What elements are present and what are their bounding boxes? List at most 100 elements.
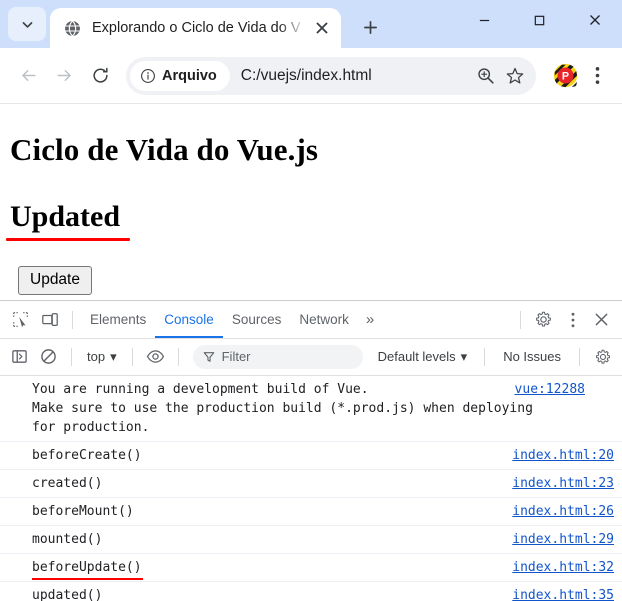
console-message-list[interactable]: You are running a development build of V… (0, 376, 622, 601)
page-viewport: Ciclo de Vida do Vue.js Updated Update (0, 104, 622, 300)
reload-button[interactable] (82, 58, 118, 94)
console-message-text: beforeUpdate() (32, 558, 500, 580)
annotation-underline-subheading (6, 238, 131, 241)
log-levels-selector[interactable]: Default levels ▾ (369, 349, 477, 365)
devtools-close-button[interactable] (587, 306, 616, 334)
console-message-source-link[interactable]: vue:12288 (515, 380, 585, 399)
toolbar-divider (131, 347, 133, 366)
url-text[interactable]: C:/vuejs/index.html (241, 67, 470, 85)
console-message[interactable]: beforeUpdate() index.html:32 (0, 554, 622, 582)
devtools-tab-bar: Elements Console Sources Network » (0, 301, 622, 339)
issues-counter[interactable]: No Issues (493, 349, 571, 364)
toolbar-divider (71, 347, 72, 366)
close-window-button[interactable] (567, 0, 622, 40)
update-button[interactable]: Update (18, 266, 92, 295)
browser-tab[interactable]: Explorando o Ciclo de Vida do V (50, 8, 341, 48)
log-levels-label: Default levels (377, 349, 456, 365)
annotation-underline-console (32, 577, 143, 580)
console-settings-button[interactable] (588, 343, 617, 371)
extension-button[interactable]: P (548, 59, 582, 93)
gear-icon (536, 311, 551, 327)
three-dot-menu-icon (595, 67, 599, 84)
console-message-text: updated() (32, 587, 103, 601)
page-title: Ciclo de Vida do Vue.js (10, 132, 319, 167)
console-message-source-link[interactable]: index.html:26 (512, 502, 614, 521)
more-tabs-button[interactable]: » (358, 311, 382, 328)
tab-elements[interactable]: Elements (81, 301, 155, 338)
devtools-panel: Elements Console Sources Network » top ▾… (0, 300, 622, 601)
browser-menu-button[interactable] (582, 59, 612, 93)
tab-sources[interactable]: Sources (223, 301, 291, 338)
chevron-down-icon (22, 21, 32, 28)
console-message-source-link[interactable]: index.html:32 (512, 558, 614, 577)
browser-window: Explorando o Ciclo de Vida do V Arquivo … (0, 0, 622, 601)
maximize-icon (534, 15, 545, 25)
devtools-settings-button[interactable] (529, 306, 558, 334)
devtools-more-options-button[interactable] (558, 306, 587, 334)
live-expression-button[interactable] (141, 343, 170, 371)
file-scheme-label: Arquivo (162, 67, 217, 84)
console-message-text: created() (32, 475, 103, 491)
chevron-down-icon: ▾ (460, 348, 468, 364)
forward-button[interactable] (46, 58, 82, 94)
console-message-source-link[interactable]: index.html:29 (512, 530, 614, 549)
live-expression-eye-icon (146, 350, 164, 364)
minimize-icon (479, 19, 490, 21)
forward-arrow-icon (56, 69, 71, 82)
close-icon (316, 22, 328, 34)
zoom-in-icon (477, 68, 494, 84)
console-message[interactable]: created() index.html:23 (0, 470, 622, 498)
console-message[interactable]: updated() index.html:35 (0, 582, 622, 601)
minimize-window-button[interactable] (457, 0, 512, 40)
console-message[interactable]: You are running a development build of V… (0, 376, 622, 442)
execution-context-selector[interactable]: top ▾ (80, 349, 124, 365)
device-toolbar-button[interactable] (35, 306, 64, 334)
inspect-element-button[interactable] (6, 306, 35, 334)
clear-console-icon (41, 349, 56, 365)
maximize-window-button[interactable] (512, 0, 567, 40)
console-message-source-link[interactable]: index.html:23 (512, 474, 614, 493)
new-tab-button[interactable] (353, 10, 387, 44)
browser-toolbar: Arquivo C:/vuejs/index.html P (0, 48, 622, 104)
console-message[interactable]: beforeMount() index.html:26 (0, 498, 622, 526)
console-message-source-link[interactable]: index.html:35 (512, 586, 614, 601)
tab-strip: Explorando o Ciclo de Vida do V (0, 0, 622, 48)
console-sidebar-icon (12, 350, 27, 364)
tab-search-button[interactable] (8, 7, 46, 41)
bookmark-button[interactable] (500, 61, 530, 91)
toolbar-divider (177, 347, 179, 366)
execution-context-label: top (87, 349, 106, 365)
console-toolbar: top ▾ Filter Default levels ▾ No Issues (0, 339, 622, 376)
inspect-element-icon (13, 312, 28, 328)
console-message[interactable]: mounted() index.html:29 (0, 526, 622, 554)
console-message-text: beforeCreate() (32, 447, 142, 463)
tab-network[interactable]: Network (290, 301, 358, 338)
console-sidebar-toggle[interactable] (5, 343, 34, 371)
clear-console-button[interactable] (34, 343, 63, 371)
info-circle-icon (141, 68, 155, 83)
toolbar-divider (579, 347, 580, 366)
file-scheme-chip[interactable]: Arquivo (130, 60, 230, 91)
back-button[interactable] (10, 58, 46, 94)
globe-icon (65, 20, 80, 36)
filter-icon (203, 351, 214, 362)
console-filter-input[interactable]: Filter (192, 344, 363, 369)
lifecycle-status-wrap: Updated (6, 200, 131, 241)
console-message-source-link[interactable]: index.html:20 (512, 446, 614, 465)
tab-console[interactable]: Console (155, 301, 223, 338)
address-bar[interactable]: Arquivo C:/vuejs/index.html (126, 56, 536, 95)
console-message-text: mounted() (32, 531, 103, 547)
toolbar-divider (520, 310, 521, 329)
plus-icon (363, 20, 377, 34)
tab-close-button[interactable] (309, 15, 335, 41)
tab-title: Explorando o Ciclo de Vida do V (92, 20, 301, 36)
close-icon (589, 15, 600, 25)
window-controls (457, 0, 622, 40)
console-message[interactable]: beforeCreate() index.html:20 (0, 442, 622, 470)
svg-text:P: P (561, 71, 568, 83)
back-arrow-icon (21, 69, 36, 82)
star-icon (506, 67, 524, 84)
toolbar-divider (72, 310, 73, 329)
zoom-indicator-button[interactable] (470, 61, 500, 91)
reload-icon (92, 67, 108, 83)
